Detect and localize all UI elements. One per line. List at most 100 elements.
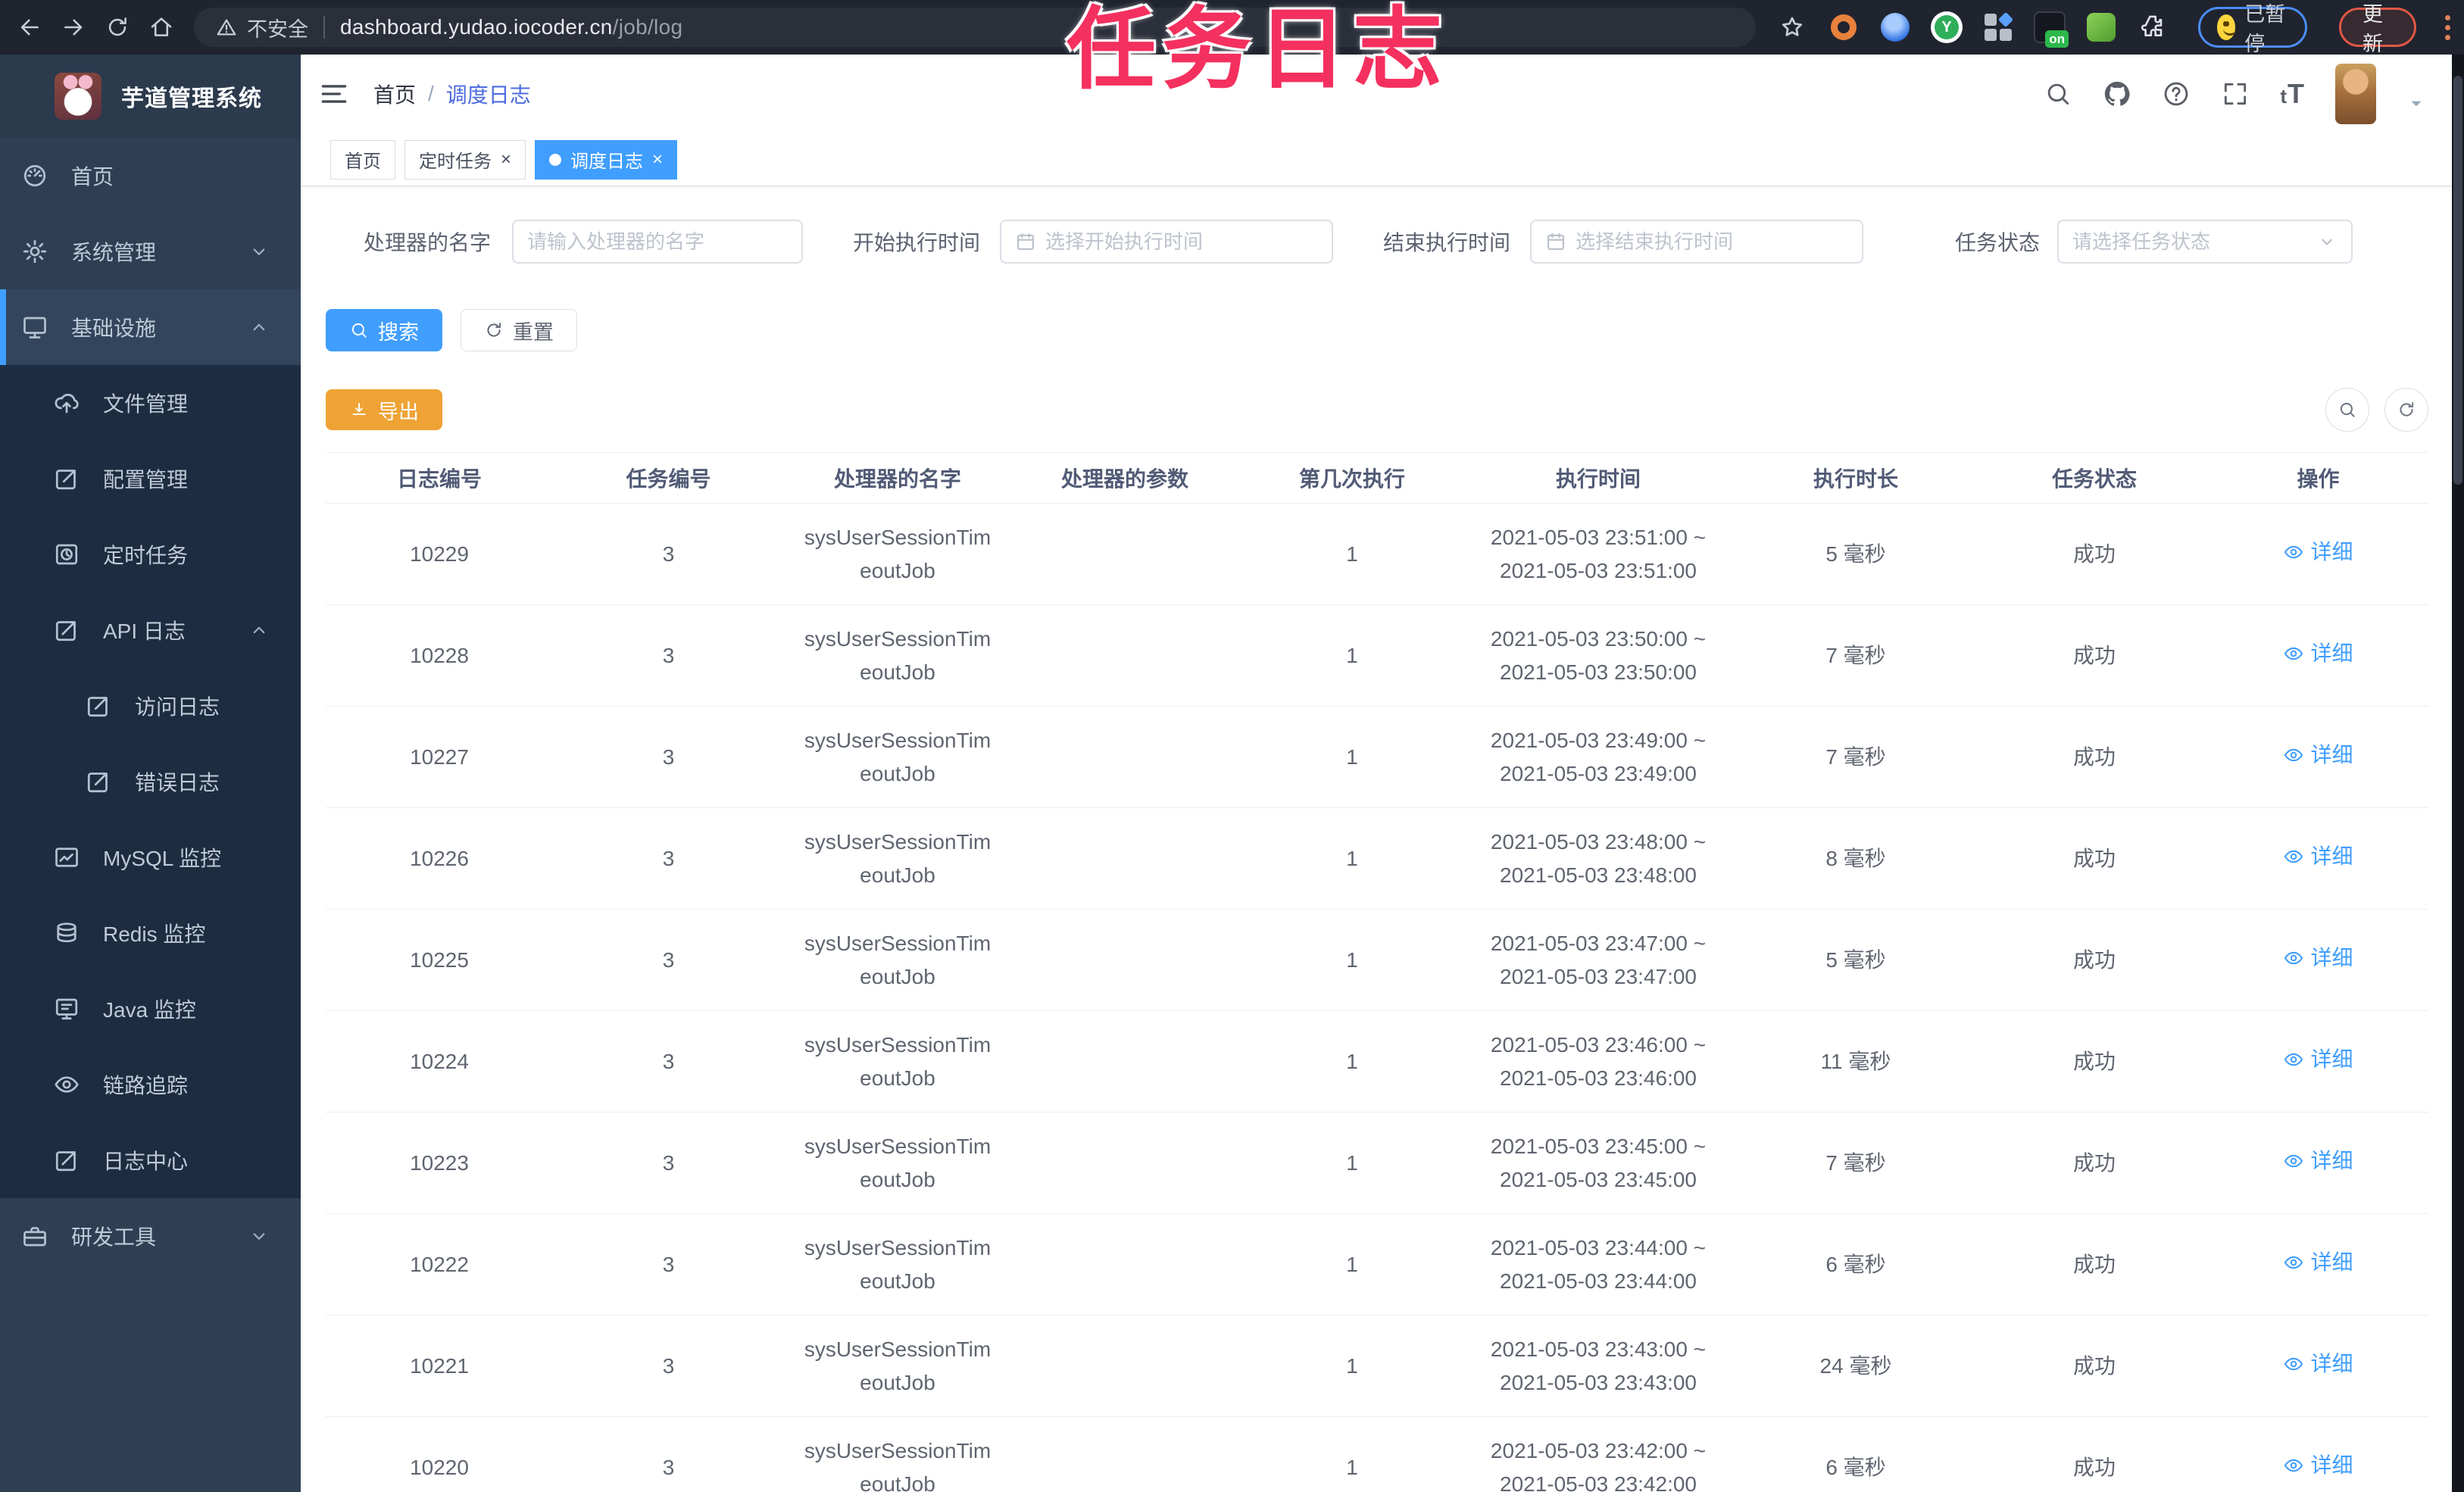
- search-icon[interactable]: [2044, 80, 2072, 108]
- browser-menu-button[interactable]: [2445, 14, 2450, 40]
- sidebar-item-system[interactable]: 系统管理: [0, 214, 301, 289]
- detail-link[interactable]: 详细: [2283, 1246, 2353, 1279]
- chevron-down-icon: [253, 248, 265, 255]
- refresh-table-button[interactable]: [2384, 388, 2428, 432]
- browser-update-button[interactable]: 更新: [2339, 3, 2416, 55]
- hamburger-icon[interactable]: [317, 77, 351, 111]
- reset-button[interactable]: 重置: [461, 309, 577, 351]
- green-y-extension-icon: Y: [1931, 11, 1963, 43]
- toggle-search-button[interactable]: [2325, 388, 2369, 432]
- extension-grid[interactable]: [1982, 11, 2015, 44]
- detail-link[interactable]: 详细: [2283, 535, 2353, 569]
- handler-name-input[interactable]: [512, 220, 803, 264]
- close-icon[interactable]: ×: [501, 150, 511, 169]
- font-size-icon[interactable]: tT: [2280, 78, 2305, 110]
- sidebar-item-scheduled-job[interactable]: 定时任务: [0, 517, 301, 592]
- cell-execute-time: 2021-05-03 23:46:00 ~2021-05-03 23:46:00: [1490, 1032, 1707, 1090]
- cell-execute-index: 1: [1346, 947, 1358, 972]
- detail-link[interactable]: 详细: [2283, 1449, 2353, 1482]
- sidebar-item-label: 日志中心: [103, 1150, 189, 1173]
- sidebar-item-log-center[interactable]: 日志中心: [0, 1122, 301, 1198]
- job-status-field[interactable]: [2072, 229, 2307, 254]
- github-icon[interactable]: [2103, 80, 2131, 108]
- active-tab-dot: [549, 153, 562, 166]
- sidebar-item-dev-tools[interactable]: 研发工具: [0, 1198, 301, 1274]
- chevron-down-icon: [253, 1233, 265, 1240]
- end-time-field[interactable]: [1576, 229, 1848, 254]
- cell-duration: 6 毫秒: [1825, 1252, 1886, 1276]
- sidebar-item-infrastructure[interactable]: 基础设施: [0, 289, 301, 365]
- search-button[interactable]: 搜索: [326, 309, 442, 351]
- sidebar-item-label: Redis 监控: [103, 922, 206, 946]
- detail-link[interactable]: 详细: [2283, 637, 2353, 670]
- view-icon: [2284, 850, 2303, 863]
- caret-down-icon[interactable]: [2406, 94, 2426, 114]
- cell-log-id: 10224: [410, 1049, 469, 1073]
- sidebar-item-mysql-monitor[interactable]: MySQL 监控: [0, 819, 301, 895]
- breadcrumb-current[interactable]: 调度日志: [446, 79, 531, 109]
- detail-link[interactable]: 详细: [2283, 1043, 2353, 1076]
- table-header: 日志编号 任务编号 处理器的名字 处理器的参数 第几次执行 执行时间 执行时长 任务状态 操作: [326, 452, 2428, 504]
- page-scrollbar[interactable]: [2452, 55, 2464, 1492]
- search-actions: 搜索 重置: [326, 309, 2452, 351]
- job-status-select[interactable]: [2057, 220, 2353, 264]
- sidebar-item-error-log[interactable]: 错误日志: [0, 744, 301, 819]
- export-button[interactable]: 导出: [326, 389, 442, 430]
- sidebar-item-config-manage[interactable]: 配置管理: [0, 441, 301, 517]
- bookmark-star-button[interactable]: [1775, 11, 1809, 44]
- browser-forward-button[interactable]: [52, 5, 95, 49]
- close-icon[interactable]: ×: [652, 150, 663, 169]
- browser-reload-button[interactable]: [95, 5, 139, 49]
- cell-execute-time: 2021-05-03 23:45:00 ~2021-05-03 23:45:00: [1490, 1134, 1707, 1191]
- handler-name-field[interactable]: [527, 229, 788, 254]
- sidebar-logo-row[interactable]: 芋道管理系统: [0, 55, 301, 138]
- sidebar-item-link-trace[interactable]: 链路追踪: [0, 1047, 301, 1122]
- sidebar-item-label: 首页: [71, 165, 114, 189]
- extension-orange-ring[interactable]: [1827, 11, 1860, 44]
- extension-blue-orb[interactable]: [1878, 11, 1912, 44]
- sidebar-item-label: 错误日志: [135, 771, 220, 794]
- user-avatar[interactable]: [2335, 64, 2376, 124]
- detail-link[interactable]: 详细: [2283, 1144, 2353, 1178]
- cell-execute-index: 1: [1346, 542, 1358, 566]
- start-time-picker[interactable]: [1000, 220, 1333, 264]
- sidebar-item-label: 定时任务: [103, 544, 189, 567]
- detail-link[interactable]: 详细: [2283, 941, 2353, 975]
- sidebar-item-access-log[interactable]: 访问日志: [0, 668, 301, 744]
- table-row: 10222 3 sysUserSessionTim eoutJob 1 2021-05-0…: [326, 1214, 2428, 1316]
- profile-paused-chip[interactable]: 已暂停: [2198, 3, 2308, 55]
- detail-link[interactable]: 详细: [2283, 738, 2353, 772]
- fullscreen-icon[interactable]: [2221, 80, 2250, 108]
- start-time-field[interactable]: [1045, 229, 1318, 254]
- cell-actions: 详细: [2208, 840, 2428, 877]
- browser-home-button[interactable]: [139, 5, 183, 49]
- download-icon: [352, 402, 366, 415]
- cell-job-id: 3: [662, 1049, 675, 1073]
- handler-name-label: 处理器的名字: [363, 231, 491, 254]
- browser-back-button[interactable]: [8, 5, 52, 49]
- sidebar-item-java-monitor[interactable]: Java 监控: [0, 971, 301, 1047]
- breadcrumb-home[interactable]: 首页: [373, 79, 416, 109]
- cell-log-id: 10222: [410, 1252, 469, 1276]
- help-icon[interactable]: [2162, 80, 2191, 108]
- cell-execute-time: 2021-05-03 23:42:00 ~2021-05-03 23:42:00: [1490, 1438, 1707, 1492]
- sidebar-item-home[interactable]: 首页: [0, 138, 301, 214]
- tab-定时任务[interactable]: 定时任务 ×: [404, 139, 526, 179]
- sidebar-item-file-manage[interactable]: 文件管理: [0, 365, 301, 441]
- tab-调度日志[interactable]: 调度日志 ×: [535, 139, 678, 179]
- chevron-up-icon: [253, 323, 265, 331]
- sidebar-item-redis-monitor[interactable]: Redis 监控: [0, 895, 301, 971]
- scrollbar-thumb[interactable]: [2453, 76, 2462, 485]
- extensions-menu-button[interactable]: [2136, 11, 2169, 44]
- detail-link[interactable]: 详细: [2283, 840, 2353, 873]
- cell-duration: 7 毫秒: [1825, 744, 1886, 769]
- extension-on-badge[interactable]: on: [2033, 11, 2069, 48]
- table-row: 10224 3 sysUserSessionTim eoutJob 1 2021-05-0…: [326, 1011, 2428, 1113]
- detail-link[interactable]: 详细: [2283, 1347, 2353, 1381]
- extension-green[interactable]: [2085, 11, 2118, 44]
- tab-首页[interactable]: 首页: [330, 139, 395, 179]
- url-bar[interactable]: 不安全 dashboard.yudao.iocoder.cn/job/log: [194, 8, 1756, 47]
- end-time-picker[interactable]: [1530, 220, 1863, 264]
- extension-green-y[interactable]: Y: [1930, 11, 1963, 44]
- sidebar-item-api-log[interactable]: API 日志: [0, 592, 301, 668]
